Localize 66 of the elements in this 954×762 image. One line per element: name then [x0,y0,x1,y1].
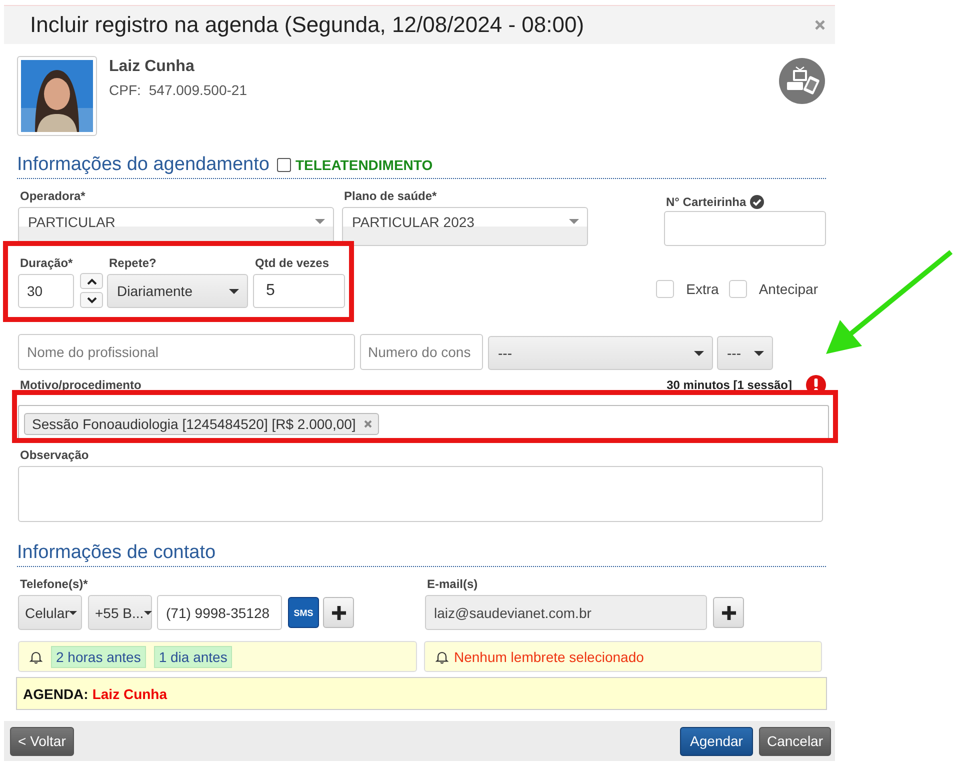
window-title: Incluir registro na agenda (Segunda, 12/08/2024 - 08:00) [30,12,584,38]
increase-button[interactable] [80,273,103,289]
schedule-button[interactable]: Agendar [680,726,753,756]
caret-icon [144,610,152,614]
caret-icon [569,219,579,224]
patient-name: Laiz Cunha [109,58,196,76]
field-label: Motivo/procedimento [19,378,142,392]
times-input[interactable]: 5 [253,274,345,308]
no-reminder-text: Nenhum lembrete selecionado [454,648,644,664]
country-select[interactable]: +55 B... [88,595,152,630]
caret-icon [315,219,325,224]
chevron-down-icon [86,296,96,304]
caret-icon [694,350,704,356]
cpf-label: CPF: [109,82,141,98]
check-circle-icon [750,195,764,209]
plus-icon [720,604,736,620]
duration-input[interactable]: 30 [18,274,74,308]
field-label: E-mail(s) [426,577,479,591]
devices-icon[interactable] [779,58,825,104]
add-phone-button[interactable] [323,597,354,628]
field-label: Plano de saúde* [343,189,438,203]
bell-icon[interactable] [435,650,449,664]
tag-label: Sessão Fonoaudiologia [1245484520] [R$ 2.000,00] [32,416,356,432]
option-label: Antecipar [758,281,818,297]
cancel-button[interactable]: Cancelar [758,726,831,756]
option-label: Extra [686,281,719,297]
caret-icon [69,610,78,614]
option-checkbox[interactable] [728,280,747,298]
field-label: Repete? [108,256,158,270]
close-icon[interactable] [815,20,825,30]
field-label: Qtd de vezes [254,256,330,270]
reminder-tag[interactable]: 2 horas antes [51,646,146,668]
repeat-select[interactable]: Diariamente [107,274,248,308]
carteirinha-input[interactable] [664,211,826,246]
sms-button[interactable]: SMS [288,597,319,628]
council-number-input[interactable]: Numero do cons [360,334,483,370]
phone-input[interactable]: (71) 9998-35128 [157,595,282,630]
chevron-up-icon [86,278,96,284]
cpf-value: 547.009.500-21 [148,82,247,98]
caret-icon [229,288,239,294]
agenda-name: Laiz Cunha [92,686,168,702]
section-heading: Informações do agendamento [17,154,270,176]
field-label: Observação [19,448,90,462]
decrease-button[interactable] [80,292,103,308]
field-label: Duração* [19,256,74,270]
remove-icon[interactable] [364,420,372,428]
field-label: Operadora* [19,189,86,203]
section-heading: Informações de contato [17,542,216,564]
field-label: N° Carteirinha [665,195,746,209]
back-button[interactable]: < Voltar [10,726,74,756]
teleatendimento-label: TELEATENDIMENTO [295,157,433,173]
field-label: Telefone(s)* [19,577,89,591]
reminder-tag[interactable]: 1 dia antes [154,646,232,668]
phone-type-select[interactable]: Celular [18,595,82,630]
add-email-button[interactable] [713,597,744,628]
professional-name-input[interactable]: Nome do profissional [18,334,355,370]
option-checkbox[interactable] [656,280,674,298]
professional-select[interactable]: --- [488,336,713,370]
caret-icon [754,350,764,356]
plano-select[interactable]: PARTICULAR 2023 [342,207,588,246]
teleatendimento-checkbox[interactable] [277,158,292,172]
agenda-label: AGENDA: [23,686,88,702]
professional-select[interactable]: --- [717,336,773,370]
email-input[interactable]: laiz@saudevianet.com.br [425,595,707,630]
plus-icon [330,604,346,620]
bell-icon[interactable] [29,650,43,664]
